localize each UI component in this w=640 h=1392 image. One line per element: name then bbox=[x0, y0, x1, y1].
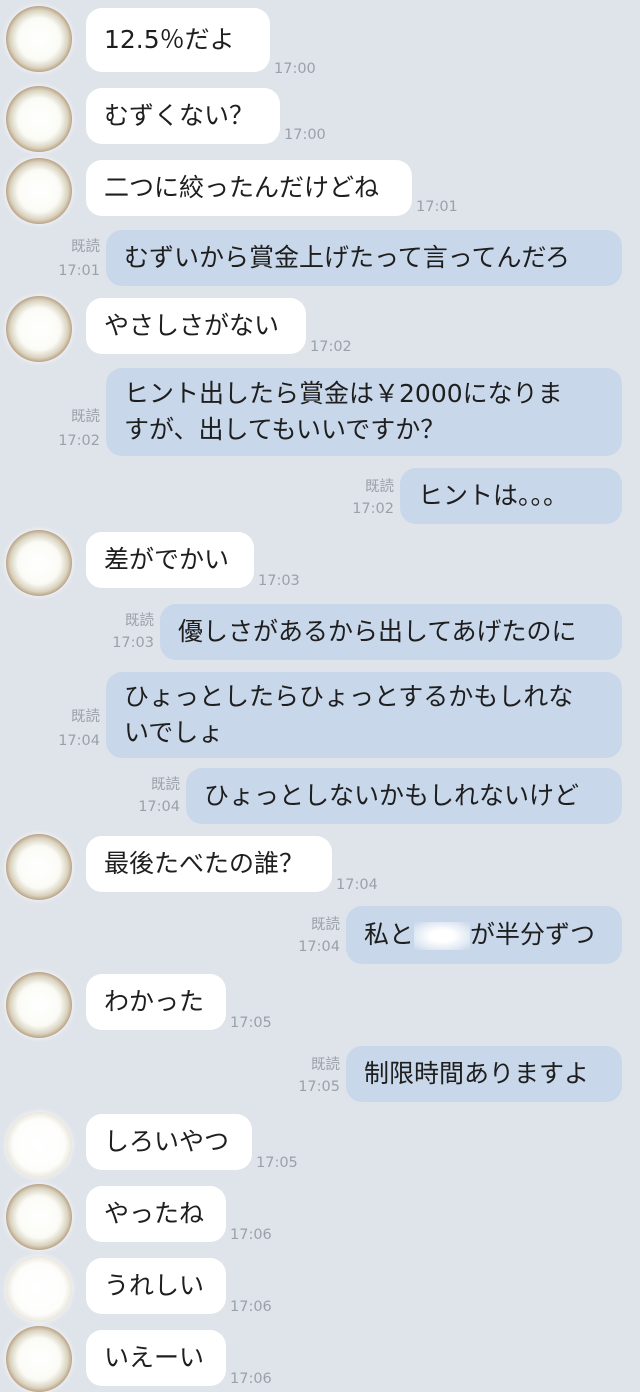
message-text: ひょっとしたらひょっとするかもしれな いでしょ bbox=[124, 679, 573, 751]
contact-avatar[interactable] bbox=[6, 1256, 72, 1322]
message-time: 17:05 bbox=[298, 1079, 340, 1095]
message-text: 二つに絞ったんだけどね bbox=[104, 173, 380, 202]
message-time: 17:04 bbox=[336, 877, 378, 893]
contact-avatar[interactable] bbox=[6, 6, 72, 72]
message-time: 17:02 bbox=[58, 433, 100, 449]
message-time: 17:06 bbox=[230, 1299, 272, 1315]
message-time: 17:01 bbox=[416, 199, 458, 215]
contact-avatar[interactable] bbox=[6, 972, 72, 1038]
message-bubble[interactable]: わかった bbox=[86, 974, 226, 1030]
message-time: 17:02 bbox=[310, 339, 352, 355]
message-time: 17:01 bbox=[58, 263, 100, 279]
message-bubble[interactable]: 差がでかい bbox=[86, 532, 254, 588]
message-time: 17:00 bbox=[284, 127, 326, 143]
message-line: ヒント出したら賞金は￥2000になりま bbox=[124, 379, 563, 408]
message-bubble[interactable]: 二つに絞ったんだけどね bbox=[86, 160, 412, 216]
message-text: ヒントは。。。 bbox=[418, 481, 569, 510]
message-time: 17:06 bbox=[230, 1371, 272, 1387]
contact-avatar[interactable] bbox=[6, 86, 72, 152]
message-bubble[interactable]: ひょっとしないかもしれないけど bbox=[186, 768, 622, 824]
message-text-part: が半分ずつ bbox=[470, 920, 596, 949]
message-bubble[interactable]: しろいやつ bbox=[86, 1114, 252, 1170]
message-text: ヒント出したら賞金は￥2000になりま すが、出してもいいですか？ bbox=[124, 376, 563, 448]
message-bubble[interactable]: 私と が半分ずつ bbox=[346, 906, 622, 964]
message-text: 12.5％だよ bbox=[104, 25, 235, 54]
read-receipt: 既読 bbox=[365, 479, 394, 495]
read-receipt: 既読 bbox=[71, 709, 100, 725]
message-text: しろいやつ bbox=[104, 1127, 230, 1156]
message-text: 最後たべたの誰？ bbox=[104, 849, 305, 878]
message-bubble[interactable]: うれしい bbox=[86, 1258, 226, 1314]
message-bubble[interactable]: むずくない？ bbox=[86, 88, 280, 144]
message-text: うれしい bbox=[104, 1271, 205, 1300]
message-bubble[interactable]: やったね bbox=[86, 1186, 226, 1242]
message-text: いえーい bbox=[104, 1343, 205, 1372]
message-bubble[interactable]: 制限時間ありますよ bbox=[346, 1046, 622, 1102]
message-line: いでしょ bbox=[124, 718, 224, 747]
message-text: 私と が半分ずつ bbox=[364, 917, 595, 953]
message-bubble[interactable]: ひょっとしたらひょっとするかもしれな いでしょ bbox=[106, 672, 622, 758]
message-bubble[interactable]: 優しさがあるから出してあげたのに bbox=[160, 604, 622, 660]
message-text: やさしさがない bbox=[104, 311, 280, 340]
message-time: 17:00 bbox=[274, 61, 316, 77]
message-time: 17:05 bbox=[256, 1155, 298, 1171]
contact-avatar[interactable] bbox=[6, 296, 72, 362]
message-time: 17:04 bbox=[138, 799, 180, 815]
message-text: 制限時間ありますよ bbox=[364, 1059, 590, 1088]
message-time: 17:04 bbox=[58, 733, 100, 749]
contact-avatar[interactable] bbox=[6, 1184, 72, 1250]
message-text: わかった bbox=[104, 987, 205, 1016]
read-receipt: 既読 bbox=[71, 409, 100, 425]
message-bubble[interactable]: ヒント出したら賞金は￥2000になりま すが、出してもいいですか？ bbox=[106, 368, 622, 456]
read-receipt: 既読 bbox=[71, 239, 100, 255]
message-bubble[interactable]: 12.5％だよ bbox=[86, 8, 270, 72]
message-time: 17:06 bbox=[230, 1227, 272, 1243]
redacted-name bbox=[414, 922, 471, 950]
contact-avatar[interactable] bbox=[6, 834, 72, 900]
contact-avatar[interactable] bbox=[6, 530, 72, 596]
message-text: やったね bbox=[104, 1199, 205, 1228]
message-text: むずくない？ bbox=[104, 101, 255, 130]
read-receipt: 既読 bbox=[151, 777, 180, 793]
message-text: 差がでかい bbox=[104, 545, 230, 574]
read-receipt: 既読 bbox=[311, 917, 340, 933]
message-line: すが、出してもいいですか？ bbox=[124, 415, 446, 444]
message-bubble[interactable]: ヒントは。。。 bbox=[400, 468, 622, 524]
message-text-part: 私と bbox=[364, 920, 415, 949]
message-time: 17:03 bbox=[112, 635, 154, 651]
contact-avatar[interactable] bbox=[6, 1112, 72, 1178]
contact-avatar[interactable] bbox=[6, 158, 72, 224]
message-line: ひょっとしたらひょっとするかもしれな bbox=[124, 682, 574, 711]
message-text: ひょっとしないかもしれないけど bbox=[204, 781, 580, 810]
message-time: 17:05 bbox=[230, 1015, 272, 1031]
message-bubble[interactable]: むずいから賞金上げたって言ってんだろ bbox=[106, 230, 622, 286]
message-text: むずいから賞金上げたって言ってんだろ bbox=[124, 243, 571, 272]
message-time: 17:02 bbox=[352, 501, 394, 517]
message-bubble[interactable]: 最後たべたの誰？ bbox=[86, 836, 332, 892]
message-bubble[interactable]: いえーい bbox=[86, 1330, 226, 1386]
message-time: 17:04 bbox=[298, 939, 340, 955]
read-receipt: 既読 bbox=[311, 1057, 340, 1073]
read-receipt: 既読 bbox=[125, 613, 154, 629]
message-text: 優しさがあるから出してあげたのに bbox=[178, 617, 577, 646]
contact-avatar[interactable] bbox=[6, 1326, 72, 1392]
message-time: 17:03 bbox=[258, 573, 300, 589]
message-bubble[interactable]: やさしさがない bbox=[86, 298, 306, 354]
